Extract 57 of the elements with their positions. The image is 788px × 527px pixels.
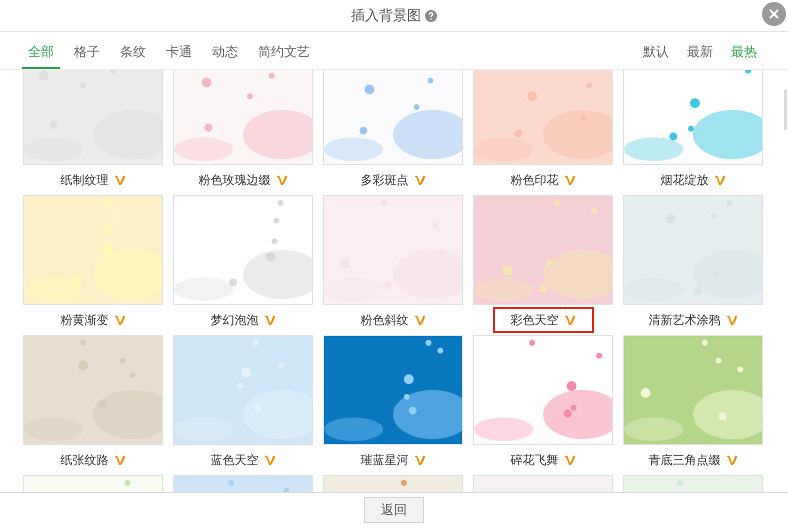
background-label[interactable]: 蓝色天空	[192, 447, 294, 473]
background-label[interactable]: 多彩斑点	[342, 167, 444, 193]
close-button[interactable]	[762, 2, 786, 26]
background-name: 粉色玫瑰边缀	[198, 172, 270, 189]
background-label[interactable]: 纸张纹路	[42, 447, 144, 473]
background-label[interactable]: 梦幻泡泡	[192, 307, 294, 333]
v-mark-icon	[114, 454, 126, 466]
v-mark-icon	[726, 314, 738, 326]
v-mark-icon	[714, 174, 726, 186]
v-mark-icon	[114, 314, 126, 326]
background-name: 纸张纹路	[60, 452, 108, 469]
background-label[interactable]: 纸制纹理	[42, 167, 144, 193]
category-tab[interactable]: 卡通	[160, 42, 198, 69]
v-mark-icon	[414, 174, 426, 186]
background-name: 彩色天空	[510, 312, 558, 329]
background-name: 碎花飞舞	[510, 452, 558, 469]
v-mark-icon	[264, 454, 276, 466]
dialog-title: 插入背景图	[351, 6, 421, 25]
v-mark-icon	[414, 454, 426, 466]
background-name: 粉色斜纹	[360, 312, 408, 329]
background-label[interactable]: 彩色天空	[492, 307, 594, 333]
background-name: 粉黄渐变	[60, 312, 108, 329]
v-mark-icon	[564, 314, 576, 326]
v-mark-icon	[564, 174, 576, 186]
background-name: 烟花绽放	[660, 172, 708, 189]
background-label[interactable]: 粉色玫瑰边缀	[180, 167, 306, 193]
category-tab[interactable]: 格子	[68, 42, 106, 69]
background-label[interactable]: 烟花绽放	[642, 167, 744, 193]
close-icon	[768, 8, 780, 20]
v-mark-icon	[276, 174, 288, 186]
background-label[interactable]: 青底三角点缀	[630, 447, 756, 473]
background-name: 璀蓝星河	[360, 452, 408, 469]
help-icon[interactable]	[425, 10, 437, 22]
v-mark-icon	[264, 314, 276, 326]
background-name: 多彩斑点	[360, 172, 408, 189]
v-mark-icon	[114, 174, 126, 186]
back-button[interactable]: 返回	[364, 497, 424, 523]
background-label[interactable]: 清新艺术涂鸦	[630, 307, 756, 333]
background-label[interactable]: 粉色斜纹	[342, 307, 444, 333]
background-name: 纸制纹理	[60, 172, 108, 189]
background-label[interactable]: 璀蓝星河	[342, 447, 444, 473]
background-label[interactable]: 碎花飞舞	[492, 447, 594, 473]
background-name: 梦幻泡泡	[210, 312, 258, 329]
background-label[interactable]: 粉色印花	[492, 167, 594, 193]
sort-option[interactable]: 默认	[640, 42, 672, 69]
background-name: 清新艺术涂鸦	[648, 312, 720, 329]
v-mark-icon	[726, 454, 738, 466]
sort-option[interactable]: 最新	[684, 42, 716, 69]
background-name: 粉色印花	[510, 172, 558, 189]
v-mark-icon	[414, 314, 426, 326]
category-tab[interactable]: 动态	[206, 42, 244, 69]
category-tab[interactable]: 条纹	[114, 42, 152, 69]
category-tab[interactable]: 简约文艺	[252, 42, 316, 69]
background-name: 青底三角点缀	[648, 452, 720, 469]
background-label[interactable]: 粉黄渐变	[42, 307, 144, 333]
v-mark-icon	[564, 454, 576, 466]
background-name: 蓝色天空	[210, 452, 258, 469]
